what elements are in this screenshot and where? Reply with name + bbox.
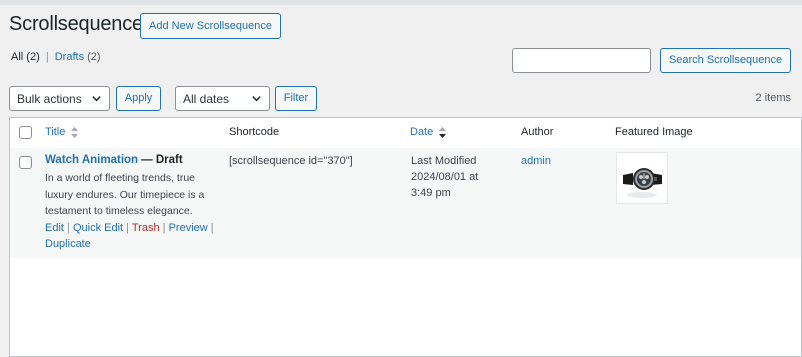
table-row: Watch Animation — Draft In a world of fl…	[10, 148, 801, 258]
watch-image-icon	[623, 168, 662, 198]
add-new-button[interactable]: Add New Scrollsequence	[140, 13, 281, 39]
date-time: 3:49 pm	[411, 187, 451, 199]
posts-table: Title Shortcode Date Author Featured Ima…	[9, 117, 802, 357]
column-shortcode: Shortcode	[229, 126, 280, 138]
view-drafts[interactable]: Drafts	[55, 51, 84, 63]
shortcode-value: [scrollsequence id="370"]	[229, 155, 353, 167]
sort-desc-icon	[439, 126, 447, 138]
duplicate-link[interactable]: Duplicate	[45, 238, 91, 250]
drafts-count: (2)	[87, 51, 101, 63]
sort-icon	[71, 126, 79, 138]
row-actions: Edit | Quick Edit | Trash | Preview | Du…	[45, 222, 214, 250]
search-input[interactable]	[512, 48, 651, 73]
items-count: 2 items	[755, 92, 791, 104]
date-value: 2024/08/01 at	[411, 171, 479, 183]
bulk-actions-select[interactable]: Bulk actions	[9, 86, 110, 111]
post-title: Watch Animation — Draft	[45, 152, 183, 168]
author-link[interactable]: admin	[521, 155, 551, 167]
chevron-down-icon	[252, 96, 261, 102]
chevron-down-icon	[92, 96, 101, 102]
apply-button[interactable]: Apply	[116, 86, 161, 111]
page-title: Scrollsequence	[9, 13, 143, 35]
column-author: Author	[521, 126, 554, 138]
edit-link[interactable]: Edit	[45, 222, 64, 234]
view-all[interactable]: All (2)	[11, 51, 40, 63]
search-button[interactable]: Search Scrollsequence	[660, 48, 791, 73]
post-excerpt: In a world of fleeting trends, true luxu…	[45, 172, 205, 217]
quick-edit-link[interactable]: Quick Edit	[73, 222, 123, 234]
post-state: — Draft	[141, 154, 183, 166]
column-date[interactable]: Date	[410, 126, 447, 138]
post-title-link[interactable]: Watch Animation	[45, 154, 138, 166]
row-checkbox[interactable]	[19, 156, 32, 169]
featured-image-thumbnail[interactable]	[616, 152, 668, 204]
column-title[interactable]: Title	[45, 126, 79, 138]
view-filters: All (2) | Drafts (2)	[11, 51, 101, 63]
table-header: Title Shortcode Date Author Featured Ima…	[10, 118, 801, 149]
author-cell: admin	[521, 153, 551, 169]
dates-select[interactable]: All dates	[175, 86, 270, 111]
top-strip	[0, 0, 802, 5]
select-all-checkbox[interactable]	[19, 126, 32, 139]
trash-link[interactable]: Trash	[132, 222, 160, 234]
date-status: Last Modified	[411, 155, 477, 167]
filter-button[interactable]: Filter	[275, 86, 317, 111]
column-featured-image: Featured Image	[615, 126, 693, 138]
date-cell: Last Modified 2024/08/01 at 3:49 pm	[411, 153, 501, 201]
preview-link[interactable]: Preview	[169, 222, 208, 234]
